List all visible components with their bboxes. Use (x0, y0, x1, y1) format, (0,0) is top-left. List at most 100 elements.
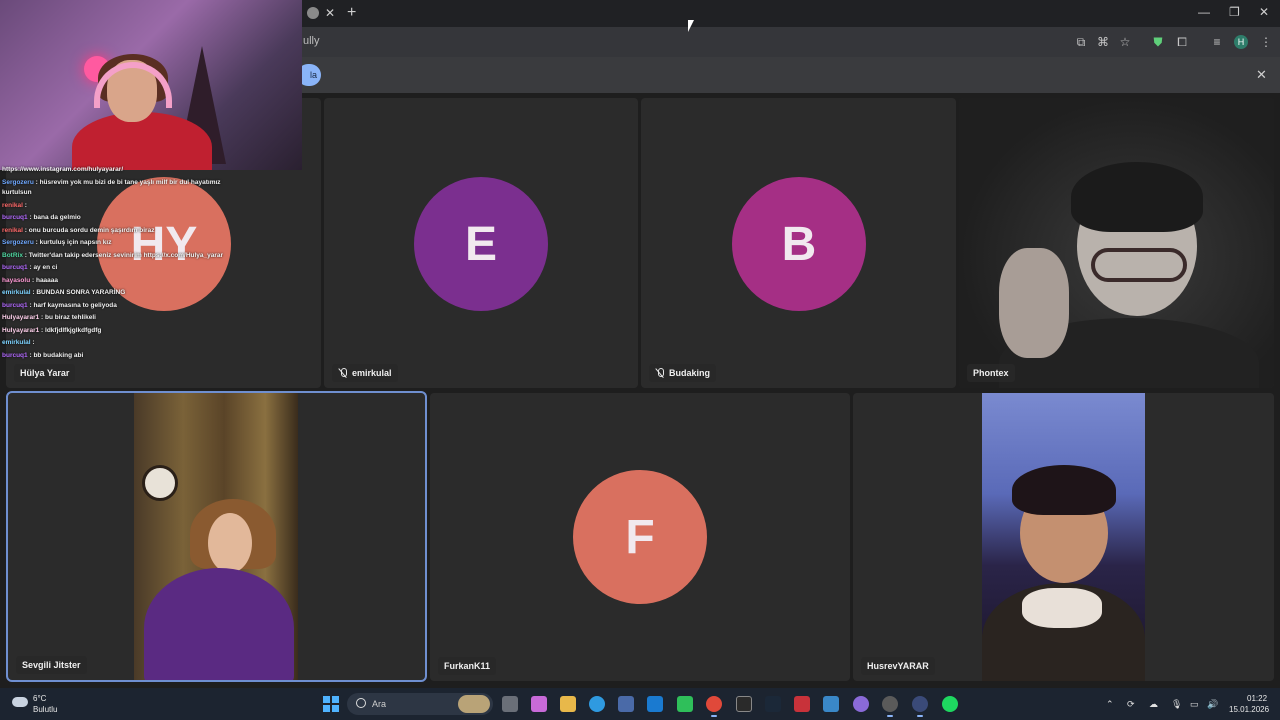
translate-icon[interactable]: ⌘ (1096, 35, 1110, 49)
chat-line: Hulyayarar1 : bu biraz tehlikeli (2, 314, 96, 322)
app-purple-icon[interactable] (853, 696, 869, 712)
chrome-icon[interactable] (706, 696, 722, 717)
participant-name: Budaking (649, 364, 717, 382)
address-bar[interactable]: ully (303, 35, 320, 47)
tab-favicon-icon (307, 7, 319, 19)
search-placeholder[interactable]: Ara (372, 699, 386, 709)
profile-avatar[interactable]: H (1234, 35, 1248, 49)
window-close-icon[interactable]: ✕ (1259, 5, 1269, 19)
person-face-lower (208, 513, 252, 573)
participant-tile-phontex[interactable]: Phontex (959, 98, 1274, 388)
chat-text: : bana da gelmio (29, 214, 81, 221)
participant-name: FurkanK11 (438, 657, 497, 675)
file-explorer-icon[interactable] (560, 696, 576, 712)
mic-off-icon (338, 368, 348, 378)
chat-text: : bb budaking abi (29, 352, 84, 359)
participant-name-text: HusrevYARAR (867, 661, 929, 671)
weather-description[interactable]: Bulutlu (33, 705, 57, 714)
tray-chevron-icon[interactable]: ⌃ (1106, 699, 1114, 710)
chat-text: : ay en ci (29, 264, 58, 271)
chat-user: burcuq1 (2, 214, 28, 221)
chat-line: burcuq1 : ay en ci (2, 264, 57, 272)
app-gauge-icon[interactable] (912, 696, 928, 717)
chat-user: burcuq1 (2, 352, 28, 359)
participant-avatar: B (732, 177, 866, 311)
person-hair (1012, 465, 1116, 515)
participant-video (982, 393, 1145, 681)
windows-taskbar (0, 688, 1280, 720)
epic-games-icon[interactable] (736, 696, 752, 712)
participant-name: emirkulal (332, 364, 398, 382)
chat-text: : bu biraz tehlikeli (41, 314, 96, 321)
chat-user: Hulyayarar1 (2, 314, 40, 321)
search-highlight-image (458, 695, 490, 713)
steam-icon[interactable] (765, 696, 781, 712)
copilot-icon[interactable] (531, 696, 547, 712)
chat-line: hayasolu : haaaaa (2, 277, 58, 285)
chat-text: : haaaaa (32, 277, 59, 284)
task-view-icon[interactable] (502, 696, 518, 712)
chat-text: : Twitter'dan takip ederseniz sevinirim … (24, 252, 224, 259)
participant-name-text: Hülya Yarar (20, 368, 70, 378)
info-bar-close-icon[interactable]: ✕ (1256, 67, 1267, 83)
participant-tile-budaking[interactable]: B Budaking (641, 98, 956, 388)
chat-user: hayasolu (2, 277, 31, 284)
clock-date[interactable]: 15.01.2026 (1229, 705, 1269, 714)
stream-chat: https://www.instagram.com/hulyayarar/ Se… (0, 166, 310, 366)
minimize-icon[interactable]: — (1198, 5, 1210, 19)
tray-volume-icon[interactable]: 🔊 (1207, 699, 1218, 710)
media-controls-icon[interactable]: ≡ (1210, 35, 1224, 49)
browser-menu-icon[interactable]: ⋮ (1259, 35, 1273, 49)
spotify-icon[interactable] (942, 696, 958, 712)
cloud-icon[interactable] (12, 697, 28, 707)
tray-microphone-icon[interactable]: 🎙 (1171, 699, 1182, 710)
participant-name-text: emirkulal (352, 368, 392, 378)
store-icon[interactable] (618, 696, 634, 712)
participant-tile-furkank11[interactable]: F FurkanK11 (430, 393, 850, 681)
chat-text: : ldkfjdlfkjglkdfgdfg (41, 327, 102, 334)
outlook-icon[interactable] (647, 696, 663, 712)
chat-text: : harf kaymasına to geliyoda (29, 302, 117, 309)
app-red-icon[interactable] (794, 696, 810, 712)
chat-user: emirkulal (2, 339, 31, 346)
weather-temperature[interactable]: 6°C (33, 694, 46, 703)
search-icon (356, 698, 366, 708)
participant-video (959, 98, 1274, 388)
obs-icon[interactable] (882, 696, 898, 717)
chat-line: renikal : (2, 202, 27, 210)
edge-icon[interactable] (589, 696, 605, 712)
chat-line: Sergozeru : kurtuluş için napsın kız (2, 239, 111, 247)
tab-close-icon[interactable]: ✕ (323, 6, 337, 20)
participant-tile-husrevyarar[interactable]: HusrevYARAR (853, 393, 1274, 681)
xbox-icon[interactable] (677, 696, 693, 712)
cast-icon[interactable]: ⧉ (1074, 35, 1088, 49)
participant-name-text: Budaking (669, 368, 711, 378)
chat-line: BotRix : Twitter'dan takip ederseniz sev… (2, 252, 223, 260)
chat-user: renikal (2, 227, 23, 234)
app-blue-icon[interactable] (823, 696, 839, 712)
windows-start-icon[interactable] (323, 696, 339, 712)
extensions-icon[interactable]: ⧠ (1175, 35, 1189, 49)
participant-name: Hülya Yarar (14, 364, 76, 382)
person-glasses (1091, 248, 1187, 282)
chat-line: emirkulal : BUNDAN SONRA YARARİNG (2, 289, 125, 297)
chat-line: Sergozeru : hüsrevim yok mu bizi de bi t… (2, 179, 221, 187)
chat-line: kurtulsun (2, 189, 32, 197)
participant-tile-sevgili-jitster[interactable]: Sevgili Jitster (6, 391, 427, 682)
shield-extension-icon[interactable]: ⛊ (1151, 35, 1165, 49)
chat-text: : hüsrevim yok mu bizi de bi tane yaşlı … (35, 179, 221, 186)
tray-cloud-icon[interactable]: ☁ (1149, 699, 1158, 710)
participant-video (134, 393, 298, 680)
chat-user: Hulyayarar1 (2, 327, 40, 334)
participant-tile-emirkulal[interactable]: E emirkulal (324, 98, 638, 388)
bookmark-star-icon[interactable]: ☆ (1118, 35, 1132, 49)
tray-network-icon[interactable]: ▭ (1190, 699, 1199, 710)
clock-time[interactable]: 01:22 (1247, 694, 1267, 703)
person-hand (999, 248, 1069, 358)
chat-text: kurtulsun (2, 189, 32, 196)
chat-user: Sergozeru (2, 239, 34, 246)
restore-icon[interactable]: ❐ (1229, 5, 1240, 19)
tray-sync-icon[interactable]: ⟳ (1127, 699, 1135, 710)
new-tab-icon[interactable]: + (347, 4, 356, 22)
person-body (144, 568, 294, 680)
